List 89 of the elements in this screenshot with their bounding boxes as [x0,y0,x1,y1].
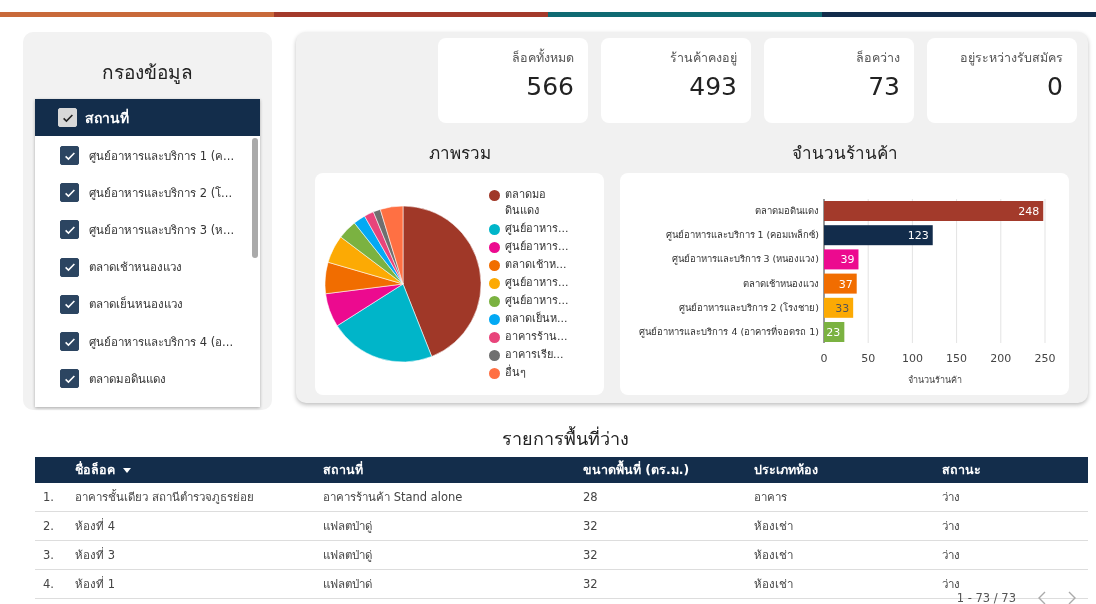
chart-title: จำนวนร้านค้า [790,142,899,165]
table-cell-text: ห้องที่ 1 [75,575,116,593]
category-label: ศูนย์อาหารและบริการ 2 (โรงชาย) [678,301,819,313]
legend-label: ศูนย์อาหาร... [505,221,569,237]
table-cell-text: อาคาร [754,489,788,506]
checkbox[interactable] [60,183,79,203]
checkbox[interactable] [60,294,79,314]
filter-option[interactable]: ศูนย์อาหารและบริการ 3 (ห... [89,220,235,239]
axis-tick: 250 [1034,352,1056,365]
legend-label: ตลาดเช้าห... [505,257,567,273]
checkbox[interactable] [60,332,79,352]
filter-header[interactable]: สถานที่ [35,99,260,136]
category-label: ตลาดเช้าหนองแวง [743,277,819,289]
bar-value: 39 [840,253,855,267]
checkbox[interactable] [60,220,79,240]
axis-tick: 50 [861,352,876,365]
bar-value: 248 [1018,205,1040,218]
filter-option[interactable]: ตลาดเช้าหนองแวง [89,258,182,277]
bar-value: 123 [907,229,929,243]
table-cell-text: ว่าง [942,547,961,564]
table-cell-text: แฟลตป่าด่ [323,576,373,593]
kpi-label: ล็อคทั้งหมด [512,48,574,67]
table-title: รายการพื้นที่ว่าง [500,425,630,451]
legend-label: ตลาดเย็นห... [505,311,568,327]
bar-value: 37 [838,277,853,291]
filter-option[interactable]: ศูนย์อาหารและบริการ 4 (อ... [89,332,234,351]
column-header[interactable]: ชื่อล็อค [75,460,323,480]
table-cell-text: ห้องเช่า [754,547,794,564]
table-cell-text: 32 [583,548,599,562]
axis-title: จำนวนร้านค้า [907,375,962,385]
legend-label: ศูนย์อาหาร... [505,293,569,309]
column-header[interactable]: ประเภทห้อง [754,460,942,480]
row-number: 4. [42,577,55,591]
legend-label: ศูนย์อาหาร... [505,239,569,255]
row-number: 1. [42,490,55,504]
checkbox[interactable] [60,369,79,389]
table-cell-text: อาคารชั้นเดียว สถานีตำรวจภูธรย่อย [75,488,255,506]
axis-tick: 100 [901,352,923,365]
axis-tick: 200 [990,352,1012,365]
axis-tick: 0 [820,352,828,365]
column-header[interactable]: สถานะ [942,460,1042,480]
legend-label: อาคารเรีย... [505,347,564,363]
column-header[interactable]: ขนาดพื้นที่ (ตร.ม.) [583,460,754,480]
table-cell-text: ห้องเช่า [754,576,794,593]
sort-caret-icon[interactable] [123,467,131,473]
filter-header-label: สถานที่ [85,107,129,128]
table-cell-text: 32 [583,519,599,533]
table-cell-text: ห้องที่ 3 [75,546,116,564]
table-cell-text: แฟลตป่าดู่ [323,547,373,564]
column-header[interactable]: สถานที่ [323,460,583,480]
filter-option[interactable]: ตลาดมอดินแดง [89,369,166,388]
category-label: ศูนย์อาหารและบริการ 1 (คอมเพล็กซ์) [665,229,819,241]
kpi-label: อยู่ระหว่างรับสมัคร [960,49,1063,68]
kpi-label: ล็อคว่าง [856,49,900,67]
row-number: 3. [42,548,55,562]
pagination-label: 1 - 73 / 73 [956,591,1016,604]
checkbox[interactable] [60,146,79,166]
filter-option[interactable]: ศูนย์อาหารและบริการ 2 (โ... [89,183,233,202]
legend-label: ตลาดมอดินแดง [505,187,547,219]
checkbox[interactable] [60,257,79,277]
category-label: ศูนย์อาหารและบริการ 3 (หนองแวง) [671,253,819,265]
table-cell-text: อาคารร้านค้า Stand alone [323,489,464,506]
table-cell-text: ห้องที่ 4 [75,517,116,535]
category-label: ตลาดมอดินแดง [755,205,819,216]
legend-label: อาคารร้าน... [505,329,568,345]
filter-title: กรองข้อมูล [101,60,194,86]
filter-option[interactable]: ตลาดเย็นหนองแวง [89,295,183,314]
category-label: ศูนย์อาหารและบริการ 4 (อาคารที่จอดรถ 1) [639,326,819,337]
table-cell-text: 32 [583,577,599,591]
scrollbar[interactable] [252,138,258,258]
table-cell-text: ห้องเช่า [754,518,794,535]
table-cell-text: ว่าง [942,518,961,535]
row-number: 2. [42,519,55,533]
axis-tick: 150 [946,352,968,365]
table-cell-text: 28 [583,490,599,504]
legend-label: อื่นๆ [505,365,526,381]
table-cell-text: ว่าง [942,489,961,506]
kpi-value: 0 [1047,72,1063,101]
filter-option[interactable]: ศูนย์อาหารและบริการ 1 (ค... [89,146,235,165]
bar-value: 33 [835,301,850,315]
kpi-value: 566 [526,72,574,101]
chart-title: ภาพรวม [427,142,492,165]
legend-label: ศูนย์อาหาร... [505,275,569,291]
table-cell-text: ว่าง [942,576,961,593]
kpi-value: 493 [689,72,737,101]
kpi-value: 73 [868,72,900,101]
bar-value: 23 [826,326,841,339]
kpi-label: ร้านค้าคงอยู่ [670,49,737,68]
table-cell-text: แฟลตป่าดู่ [323,518,373,535]
